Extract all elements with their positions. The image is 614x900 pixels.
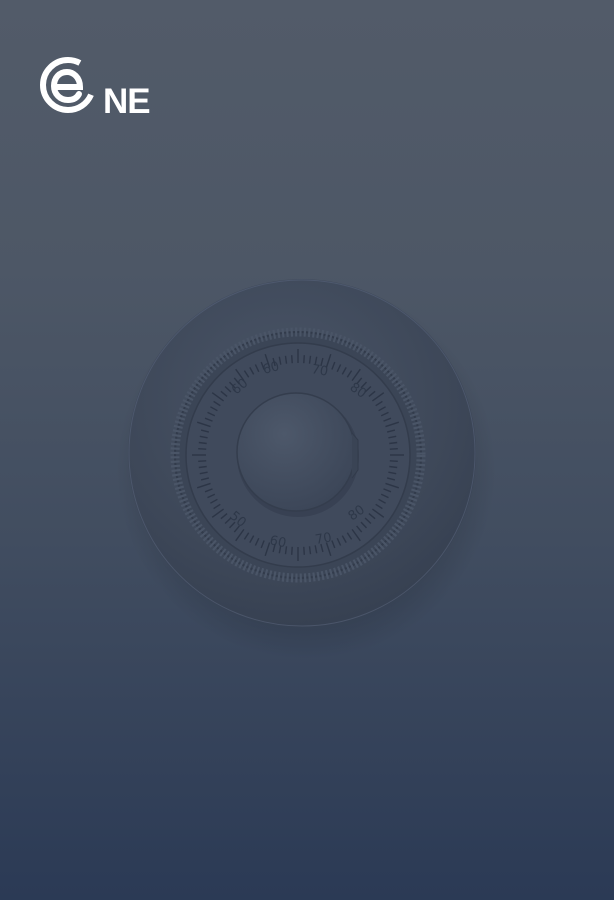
dial-tick [308,546,312,555]
dial-number: 70 [314,530,333,548]
dial-tick [198,465,207,469]
combination-lock-dial-icon: 60 60 70 80 50 60 70 80 [116,279,496,660]
dial-tick [198,460,207,462]
dial-tick [303,355,305,364]
combination-lock-dial: 60 60 70 80 50 60 70 80 [0,0,614,900]
dial-tick [291,355,293,364]
dial-tick [308,355,312,364]
dial-tick [303,546,305,555]
dial-tick [291,546,293,555]
dial-tick [389,465,398,469]
dial-tick [284,355,288,364]
dial-tick [284,546,288,555]
dial-tick [389,448,398,450]
dial-tick [198,441,207,445]
dial-tick [389,460,398,462]
dial-center-knob [236,392,356,512]
dial-number: 70 [310,362,329,380]
dial-tick [389,441,398,445]
dial-tick [198,448,207,450]
